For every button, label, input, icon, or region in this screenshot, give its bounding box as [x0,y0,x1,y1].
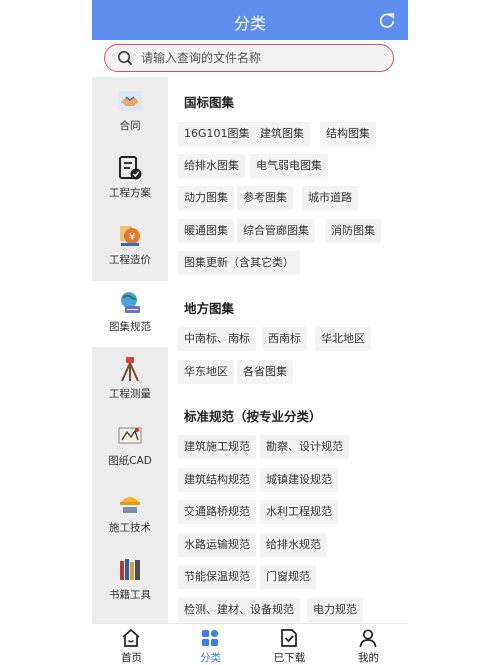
tag-item[interactable]: 电气弱电图集 [250,154,328,178]
atlas-icon [121,292,140,313]
home-icon [122,628,140,647]
tag-item[interactable]: 水利工程规范 [260,500,338,524]
sidebar-item-contract[interactable]: 合同 [92,80,168,146]
handshake-icon [118,91,142,111]
construction-icon [120,497,140,513]
cad-drawing-icon [118,427,142,444]
tag-item[interactable]: 华东地区 [178,360,234,384]
tag-item[interactable]: 节能保温规范 [178,565,256,589]
tag-item[interactable]: 水路运输规范 [178,533,256,557]
tab-home[interactable]: 首页 [92,624,171,665]
sidebar-item-cad[interactable]: 图纸CAD [92,415,168,481]
tag-item[interactable]: 建筑施工规范 [178,435,256,459]
bottom-tab-bar: 首页 分类 已下载 我的 [92,623,408,665]
category-icon [202,629,219,646]
tag-item[interactable]: 16G101图集 [178,122,256,146]
sidebar-item-construction[interactable]: 施工技术 [92,482,168,548]
search-input[interactable] [141,49,381,67]
tag-item[interactable]: 暖通图集 [178,219,234,243]
section-title: 地方图集 [184,301,235,316]
tag-item[interactable]: 给排水图集 [178,154,245,178]
downloaded-icon [281,629,297,647]
search-bar[interactable] [104,44,394,72]
tag-item[interactable]: 华北地区 [315,327,371,351]
section-title: 标准规范（按专业分类） [184,409,322,424]
tag-item[interactable]: 门窗规范 [260,565,316,589]
tab-label: 分类 [200,652,221,664]
tag-item[interactable]: 结构图集 [320,122,376,146]
tag-item[interactable]: 图集更新（含其它类） [178,251,300,275]
sidebar-item-survey[interactable]: 工程测量 [92,348,168,414]
tag-item[interactable]: 检测、建材、设备规范 [178,598,300,622]
tag-item[interactable]: 城市道路 [302,186,358,210]
sidebar-item-label: 工程方案 [109,187,151,199]
tab-downloaded[interactable]: 已下载 [250,624,329,665]
header-bar: 分类 [92,0,408,40]
app-screen: 分类 合同 [92,0,408,665]
tag-item[interactable]: 综合管廊图集 [237,219,315,243]
sidebar-item-label: 合同 [119,120,141,132]
category-sidebar: 合同 工程方案 ¥ 工程造价 图集规范 工程测量 图纸CAD 施工技术 书籍工具 [92,77,168,623]
sidebar-item-project-plan[interactable]: 工程方案 [92,147,168,213]
document-check-icon [119,156,142,180]
tab-label: 首页 [121,652,142,664]
tab-label: 已下载 [273,652,306,664]
cost-icon: ¥ [120,226,140,246]
tag-item[interactable]: 各省图集 [237,360,293,384]
tag-item[interactable]: 交通路桥规范 [178,500,256,524]
sidebar-item-label: 工程测量 [109,388,151,400]
sidebar-item-label: 书籍工具 [109,589,151,601]
search-icon [118,51,133,66]
category-content: 国标图集 16G101图集 建筑图集 结构图集 给排水图集 电气弱电图集 动力图… [168,77,408,623]
tag-item[interactable]: 中南标、南标 [178,327,256,351]
tag-item[interactable]: 消防图集 [325,219,381,243]
tag-item[interactable]: 西南标 [262,327,307,351]
tag-item[interactable]: 建筑结构规范 [178,468,256,492]
tag-item[interactable]: 勘察、设计规范 [260,435,349,459]
profile-icon [359,629,377,648]
sidebar-item-books[interactable]: 书籍工具 [92,549,168,615]
tag-item[interactable]: 动力图集 [178,186,234,210]
tag-item[interactable]: 电力规范 [307,598,363,622]
tag-item[interactable]: 建筑图集 [254,122,310,146]
sidebar-item-label: 图纸CAD [108,455,152,467]
books-icon [120,559,140,580]
tag-item[interactable]: 参考图集 [237,186,293,210]
refresh-icon[interactable] [378,11,396,29]
sidebar-item-label: 工程造价 [109,254,151,266]
svg-text:¥: ¥ [129,232,135,243]
tab-category[interactable]: 分类 [171,624,250,665]
sidebar-item-cost[interactable]: ¥ 工程造价 [92,214,168,280]
sidebar-item-label: 图集规范 [109,321,151,333]
page-title: 分类 [233,14,266,33]
sidebar-item-atlas[interactable]: 图集规范 [92,281,168,347]
sidebar-item-label: 施工技术 [109,522,151,534]
tab-profile[interactable]: 我的 [329,624,408,665]
tag-item[interactable]: 城镇建设规范 [260,468,338,492]
tag-item[interactable]: 给排水规范 [260,533,327,557]
section-title: 国标图集 [184,95,235,110]
tab-label: 我的 [358,652,379,664]
survey-tripod-icon [121,357,139,382]
